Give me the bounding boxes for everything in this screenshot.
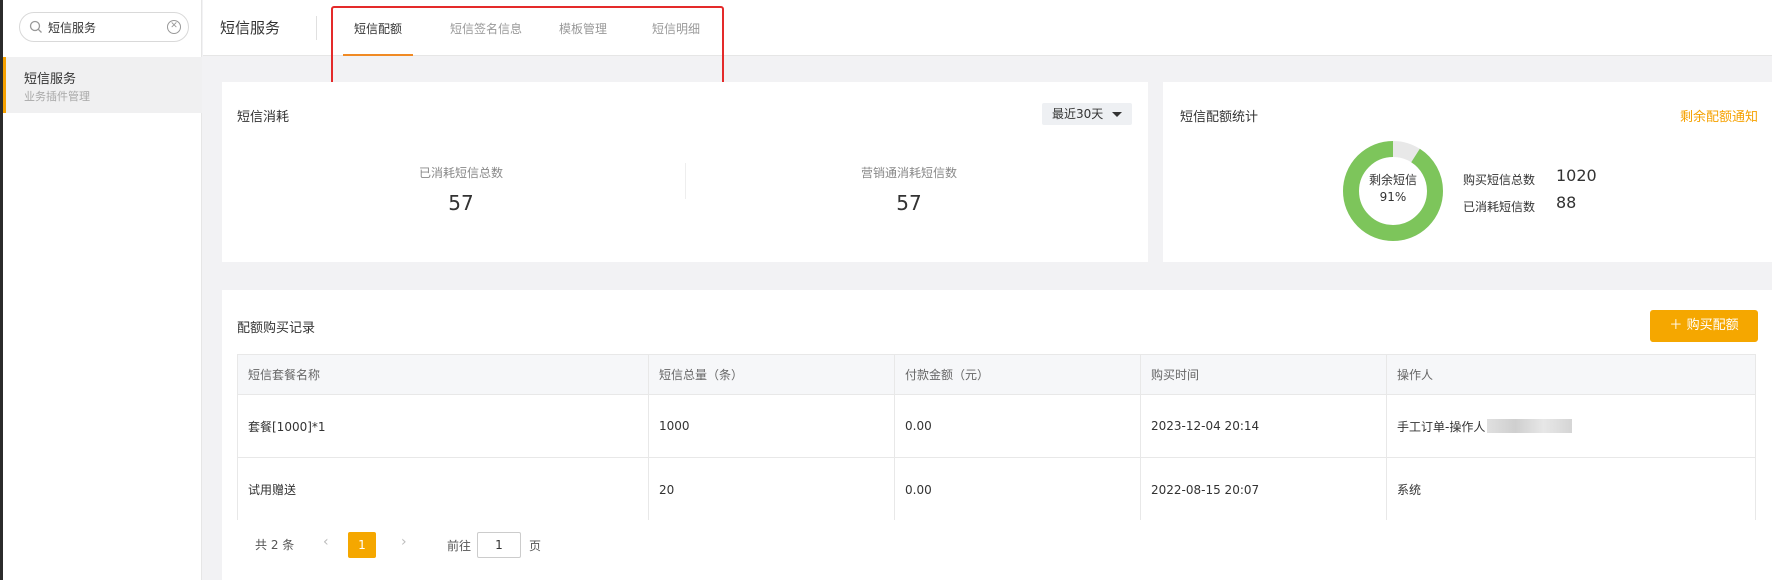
records-table: 短信套餐名称 短信总量（条） 付款金额（元） 购买时间 操作人 套餐[1000]… xyxy=(237,354,1756,522)
donut-label: 剩余短信 xyxy=(1368,173,1417,187)
top-bar: 短信服务 短信配额 短信签名信息 模板管理 短信明细 xyxy=(203,0,1772,56)
pager-unit-label: 页 xyxy=(529,539,542,553)
table-cell: 0.00 xyxy=(895,395,1141,457)
quota-notify-link[interactable]: 剩余配额通知 xyxy=(1680,106,1758,125)
operator-text: 手工订单-操作人 xyxy=(1397,419,1486,434)
table-cell-operator: 手工订单-操作人 xyxy=(1387,395,1757,457)
column-header: 操作人 xyxy=(1397,368,1434,382)
range-select[interactable]: 最近30天 xyxy=(1042,103,1132,125)
table-cell: 套餐[1000]*1 xyxy=(238,395,649,457)
table-cell: 系统 xyxy=(1397,483,1422,497)
column-header: 短信套餐名称 xyxy=(238,355,649,394)
stat-marketing-label: 营销通消耗短信数 xyxy=(860,166,957,180)
stat-consumed-label: 已消耗短信总数 xyxy=(418,166,503,180)
column-header: 购买时间 xyxy=(1141,355,1387,394)
buy-quota-button[interactable]: ＋ 购买配额 xyxy=(1650,310,1758,342)
sidebar-search[interactable]: ✕ xyxy=(19,12,189,42)
legend-purchased-value: 1020 xyxy=(1556,166,1597,185)
table-cell: 试用赠送 xyxy=(238,458,649,521)
legend-consumed-label: 已消耗短信数 xyxy=(1463,200,1536,214)
stat-marketing-value: 57 xyxy=(896,191,922,215)
tab-sms-signature[interactable]: 短信签名信息 xyxy=(438,20,534,56)
chevron-right-icon[interactable]: › xyxy=(401,534,407,550)
records-title: 配额购买记录 xyxy=(237,321,316,336)
consumption-card: 短信消耗 最近30天 已消耗短信总数 57 营销通消耗短信数 57 xyxy=(222,82,1148,262)
title-divider xyxy=(316,16,317,40)
table-header: 短信套餐名称 短信总量（条） 付款金额（元） 购买时间 操作人 xyxy=(238,355,1755,395)
caret-down-icon xyxy=(1112,112,1122,117)
redacted-name xyxy=(1487,419,1573,433)
pagination: 共 2 条 ‹ 1 › 前往 页 xyxy=(237,520,1756,568)
sidebar-item-sms-service[interactable]: 短信服务 业务插件管理 xyxy=(3,57,202,113)
legend-consumed-value: 88 xyxy=(1556,193,1577,212)
pager-page-1[interactable]: 1 xyxy=(348,532,376,558)
table-row: 套餐[1000]*1 1000 0.00 2023-12-04 20:14 手工… xyxy=(238,395,1755,458)
tab-sms-details[interactable]: 短信明细 xyxy=(641,20,711,56)
plus-icon: ＋ xyxy=(1669,318,1683,333)
page-title: 短信服务 xyxy=(220,19,281,37)
donut-percent: 91% xyxy=(1379,190,1407,204)
legend-purchased-label: 购买短信总数 xyxy=(1463,173,1536,187)
stat-divider xyxy=(685,163,686,199)
table-cell: 1000 xyxy=(649,395,895,457)
chevron-left-icon[interactable]: ‹ xyxy=(323,534,329,550)
consumption-title: 短信消耗 xyxy=(237,110,290,125)
quota-title: 短信配额统计 xyxy=(1180,110,1259,125)
tab-sms-quota[interactable]: 短信配额 xyxy=(343,20,413,56)
records-card: 配额购买记录 ＋ 购买配额 短信套餐名称 短信总量（条） 付款金额（元） 购买时… xyxy=(222,290,1772,580)
table-cell: 0.00 xyxy=(895,458,1141,521)
buy-quota-label: 购买配额 xyxy=(1686,318,1739,333)
quota-card: 短信配额统计 剩余配额通知 剩余短信 91% 购买短信总数 1020 已消耗短信… xyxy=(1163,82,1772,262)
pager-total: 共 2 条 xyxy=(255,538,295,552)
column-header: 付款金额（元） xyxy=(895,355,1141,394)
pager-goto-label: 前往 xyxy=(447,539,472,553)
pager-goto-input[interactable] xyxy=(477,532,521,558)
search-icon xyxy=(29,20,42,33)
clear-icon[interactable]: ✕ xyxy=(167,20,181,34)
table-row: 试用赠送 20 0.00 2022-08-15 20:07 系统 xyxy=(238,458,1755,521)
tab-template-management[interactable]: 模板管理 xyxy=(548,20,618,56)
column-header: 短信总量（条） xyxy=(649,355,895,394)
sidebar: ✕ 短信服务 业务插件管理 xyxy=(3,0,202,580)
table-cell: 2023-12-04 20:14 xyxy=(1141,395,1387,457)
sidebar-item-subtitle: 业务插件管理 xyxy=(24,90,90,103)
table-cell: 2022-08-15 20:07 xyxy=(1141,458,1387,521)
range-select-value: 最近30天 xyxy=(1052,107,1104,121)
search-input[interactable] xyxy=(48,18,158,36)
table-cell: 20 xyxy=(649,458,895,521)
stat-consumed-value: 57 xyxy=(448,191,474,215)
sidebar-item-title: 短信服务 xyxy=(24,72,77,87)
